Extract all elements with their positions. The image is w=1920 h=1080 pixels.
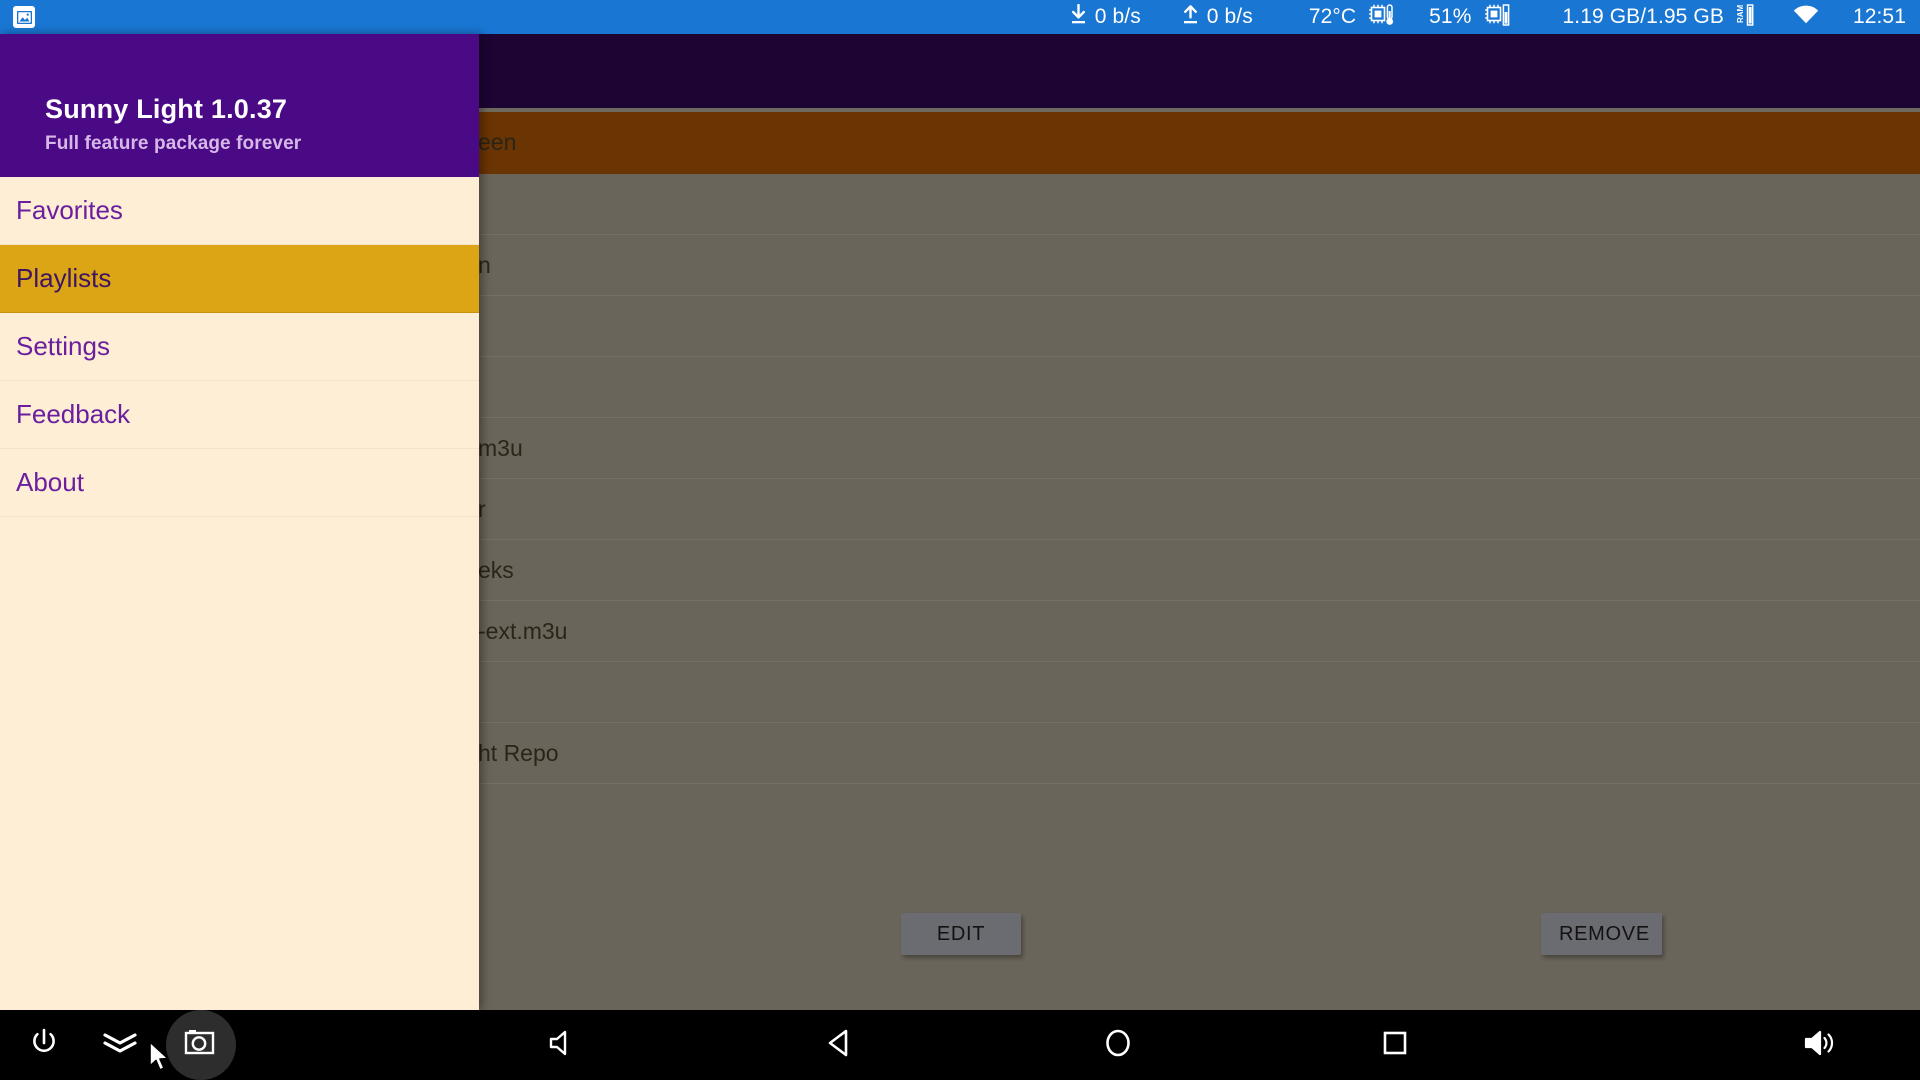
nav-right-group <box>1784 1010 1920 1080</box>
network-speed-group: 0 b/s 0 b/s <box>1069 3 1253 31</box>
playlist-name: -ext.m3u <box>478 617 568 644</box>
download-arrow-icon <box>1069 3 1088 31</box>
edit-button[interactable]: EDIT <box>901 913 1021 955</box>
sidebar-item-feedback[interactable]: Feedback <box>0 381 479 449</box>
upload-speed-group: 0 b/s <box>1181 4 1253 31</box>
upload-speed-value: 0 b/s <box>1206 5 1253 28</box>
status-bar: 0 b/s 0 b/s 72°C 51% 1.19 GB/1.95 GB RAM… <box>0 0 1920 34</box>
sidebar-item-label: Favorites <box>16 195 123 225</box>
ram-meter-icon: RAM <box>1736 3 1761 32</box>
download-speed-group: 0 b/s <box>1069 3 1141 31</box>
status-bar-left <box>0 6 35 28</box>
nav-left-group <box>0 1010 244 1080</box>
power-icon <box>27 1026 61 1065</box>
sidebar-item-about[interactable]: About <box>0 449 479 517</box>
volume-down-button[interactable] <box>525 1010 601 1080</box>
playlist-name: eks <box>478 556 514 583</box>
cpu-thermometer-icon <box>1369 3 1395 32</box>
recents-square-icon <box>1380 1028 1410 1063</box>
playlist-name: een <box>478 129 517 155</box>
sidebar-item-label: Feedback <box>16 399 131 429</box>
nav-center-group <box>244 1010 1784 1080</box>
sidebar-item-favorites[interactable]: Favorites <box>0 177 479 245</box>
cpu-meter-icon <box>1484 3 1511 32</box>
back-button[interactable] <box>802 1010 878 1080</box>
image-icon <box>13 6 35 28</box>
mouse-cursor <box>148 1041 172 1078</box>
playlist-name: ht Repo <box>478 739 559 766</box>
app-title: Sunny Light 1.0.37 <box>45 94 288 125</box>
app-subtitle: Full feature package forever <box>45 133 302 154</box>
cpu-temp-value: 72°C <box>1308 5 1357 28</box>
volume-up-button[interactable] <box>1784 1010 1860 1080</box>
playlist-name: n <box>478 251 491 278</box>
sidebar-item-settings[interactable]: Settings <box>0 313 479 381</box>
expand-notifications-button[interactable] <box>82 1010 158 1080</box>
cpu-usage-value: 51% <box>1429 5 1472 28</box>
drawer-menu: Favorites Playlists Settings Feedback Ab… <box>0 177 479 517</box>
sidebar-item-playlists[interactable]: Playlists <box>0 245 479 313</box>
volume-down-icon <box>547 1028 579 1063</box>
home-button[interactable] <box>1080 1010 1156 1080</box>
volume-up-icon <box>1803 1028 1841 1063</box>
upload-arrow-icon <box>1181 4 1200 31</box>
download-speed-value: 0 b/s <box>1094 5 1141 28</box>
chevron-double-down-icon <box>101 1029 139 1062</box>
drawer-header: Sunny Light 1.0.37 Full feature package … <box>0 34 479 177</box>
clock: 12:51 <box>1852 5 1906 28</box>
wifi-icon <box>1793 5 1819 30</box>
playlist-name: r <box>478 495 486 522</box>
back-triangle-icon <box>824 1027 856 1064</box>
navigation-drawer: Sunny Light 1.0.37 Full feature package … <box>0 34 479 1010</box>
recents-button[interactable] <box>1357 1010 1433 1080</box>
power-button[interactable] <box>6 1010 82 1080</box>
status-bar-right: 72°C 51% 1.19 GB/1.95 GB RAM 12:51 <box>1309 3 1920 32</box>
sidebar-item-label: Playlists <box>16 263 112 293</box>
system-navigation-bar <box>0 1010 1920 1080</box>
ram-usage-value: 1.19 GB/1.95 GB <box>1562 5 1724 28</box>
sidebar-item-label: Settings <box>16 331 110 361</box>
playlist-name: m3u <box>478 434 523 461</box>
remove-button[interactable]: REMOVE <box>1541 913 1662 955</box>
svg-text:RAM: RAM <box>1737 4 1745 23</box>
android-screen: 0 b/s 0 b/s 72°C 51% 1.19 GB/1.95 GB RAM… <box>0 0 1920 1080</box>
sidebar-item-label: About <box>16 467 84 497</box>
screenshot-icon <box>182 1027 220 1064</box>
home-circle-icon <box>1102 1027 1134 1064</box>
